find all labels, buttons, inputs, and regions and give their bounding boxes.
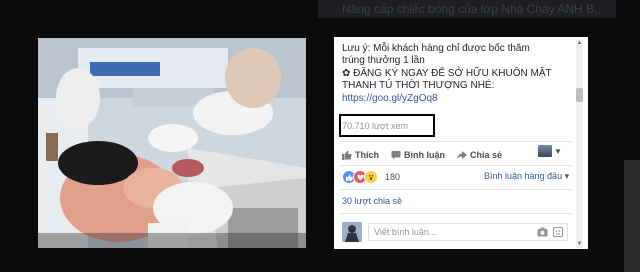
caption-line: ✿ ĐĂNG KÝ NGAY ĐỂ SỞ HỮU KHUÔN MẶT xyxy=(342,67,552,79)
background-page-strip: Nâng cấp chiếc bóng của lớp Nhà Chay ANH… xyxy=(318,0,640,18)
reaction-count: 180 xyxy=(385,172,401,182)
avatar xyxy=(342,222,362,242)
divider xyxy=(340,141,572,142)
comment-composer: Viết bình luận... xyxy=(342,222,568,242)
reaction-summary[interactable]: 180 xyxy=(342,170,400,184)
thumbs-up-icon xyxy=(342,150,352,160)
comment-input[interactable]: Viết bình luận... xyxy=(368,223,568,241)
share-arrow-icon xyxy=(457,151,467,160)
scroll-up-icon[interactable]: ▲ xyxy=(576,40,583,47)
post-link[interactable]: https://goo.gl/yZgOq8 xyxy=(342,93,576,105)
comment-placeholder: Viết bình luận... xyxy=(374,227,437,237)
like-label: Thích xyxy=(355,150,379,160)
comment-label: Bình luận xyxy=(404,150,445,160)
comment-sort-dropdown[interactable]: Bình luận hàng đầu ▾ xyxy=(484,171,569,182)
divider xyxy=(340,189,572,190)
view-count: 70.710 lượt xem xyxy=(342,121,408,131)
chevron-down-icon[interactable]: ▼ xyxy=(554,147,562,156)
caption-line: trúng thưởng 1 lần xyxy=(342,55,425,67)
post-actions: Thích Bình luận Chia sẻ xyxy=(342,147,514,163)
post-video[interactable] xyxy=(38,38,306,248)
divider xyxy=(340,165,572,166)
background-page-text: Nâng cấp chiếc bóng của lớp Nhà Chay ANH… xyxy=(342,2,605,16)
comment-sort-label: Bình luận hàng đầu xyxy=(484,171,563,181)
overlay-right-edge xyxy=(624,160,640,272)
post-caption: Lưu ý: Mỗi khách hàng chỉ được bốc thăm … xyxy=(342,43,576,105)
scroll-down-icon[interactable]: ▼ xyxy=(576,241,583,248)
share-label: Chia sẻ xyxy=(470,150,503,160)
like-button[interactable]: Thích xyxy=(342,150,379,160)
panel-scrollbar[interactable]: ▲ ▼ xyxy=(576,40,583,248)
wow-reaction-icon xyxy=(364,170,378,184)
caption-line: THANH TÚ THỜI THƯỢNG NHÉ: xyxy=(342,80,495,92)
share-audience-avatar[interactable] xyxy=(538,145,552,157)
caret-down-icon: ▾ xyxy=(564,171,570,181)
divider xyxy=(340,213,572,214)
share-count-link[interactable]: 30 lượt chia sẻ xyxy=(342,196,402,206)
video-frame-image xyxy=(38,38,306,248)
comment-button[interactable]: Bình luận xyxy=(391,150,445,160)
camera-icon[interactable] xyxy=(537,227,548,239)
comment-icon xyxy=(391,151,401,160)
scrollbar-thumb[interactable] xyxy=(576,88,583,102)
caption-line: Lưu ý: Mỗi khách hàng chỉ được bốc thăm xyxy=(342,43,530,54)
post-side-panel: Lưu ý: Mỗi khách hàng chỉ được bốc thăm … xyxy=(334,37,588,249)
share-button[interactable]: Chia sẻ xyxy=(457,150,502,160)
sticker-icon[interactable] xyxy=(553,227,563,239)
